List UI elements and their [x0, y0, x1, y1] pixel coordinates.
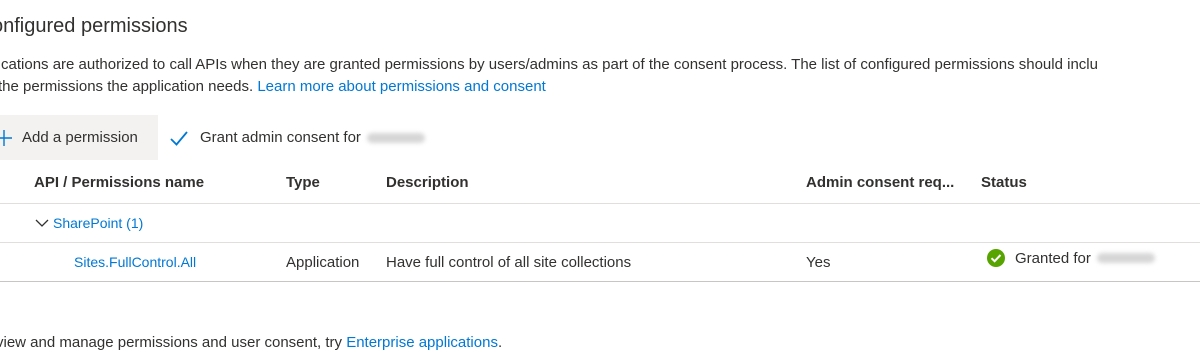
add-permission-button[interactable]: Add a permission [0, 115, 158, 160]
learn-more-link[interactable]: Learn more about permissions and consent [257, 78, 546, 95]
redacted-tenant-name [366, 132, 425, 143]
status-text: Granted for [1015, 249, 1091, 267]
group-row-sharepoint: SharePoint (1) [0, 204, 1200, 243]
admin-consent-required-value: Yes [806, 253, 831, 271]
permission-type: Application [286, 253, 360, 271]
add-permission-label: Add a permission [22, 129, 138, 146]
redacted-tenant-name-status [1096, 253, 1155, 263]
table-header-row: API / Permissions name Type Description … [0, 162, 1200, 204]
header-status[interactable]: Status [981, 162, 1027, 203]
configured-permissions-page: onfigured permissions plications are aut… [0, 0, 1200, 361]
header-admin-consent-required[interactable]: Admin consent req... [806, 162, 954, 203]
header-type[interactable]: Type [286, 162, 320, 203]
chevron-down-icon [35, 219, 49, 227]
grant-admin-consent-button[interactable]: Grant admin consent for [168, 115, 425, 160]
enterprise-applications-link[interactable]: Enterprise applications [346, 334, 498, 351]
section-title: onfigured permissions [0, 15, 188, 37]
footer-suffix: . [497, 334, 503, 351]
plus-icon [0, 129, 12, 146]
status-cell: Granted for [981, 239, 1155, 277]
description-line-2: the permissions the application needs. L… [0, 76, 1098, 98]
header-description[interactable]: Description [386, 162, 469, 203]
footer-note: view and manage permissions and user con… [0, 334, 502, 351]
permission-description: Have full control of all site collection… [386, 253, 632, 271]
description-line-1: plications are authorized to call APIs w… [0, 56, 1098, 73]
header-api-permissions-name[interactable]: API / Permissions name [34, 162, 204, 203]
group-label: SharePoint (1) [53, 215, 144, 231]
section-description: plications are authorized to call APIs w… [0, 54, 1098, 98]
permissions-table: API / Permissions name Type Description … [0, 162, 1200, 282]
check-circle-icon [987, 249, 1005, 267]
description-line-2-text: the permissions the application needs. [0, 78, 254, 95]
checkmark-icon [170, 130, 188, 146]
permission-name-link[interactable]: Sites.FullControl.All [74, 243, 196, 281]
table-row: Sites.FullControl.All Application Have f… [0, 243, 1200, 282]
grant-admin-consent-label: Grant admin consent for [200, 129, 361, 146]
permissions-toolbar: Add a permission Grant admin consent for [0, 115, 425, 160]
group-toggle-sharepoint[interactable]: SharePoint (1) [34, 204, 143, 242]
footer-text: view and manage permissions and user con… [0, 334, 347, 351]
